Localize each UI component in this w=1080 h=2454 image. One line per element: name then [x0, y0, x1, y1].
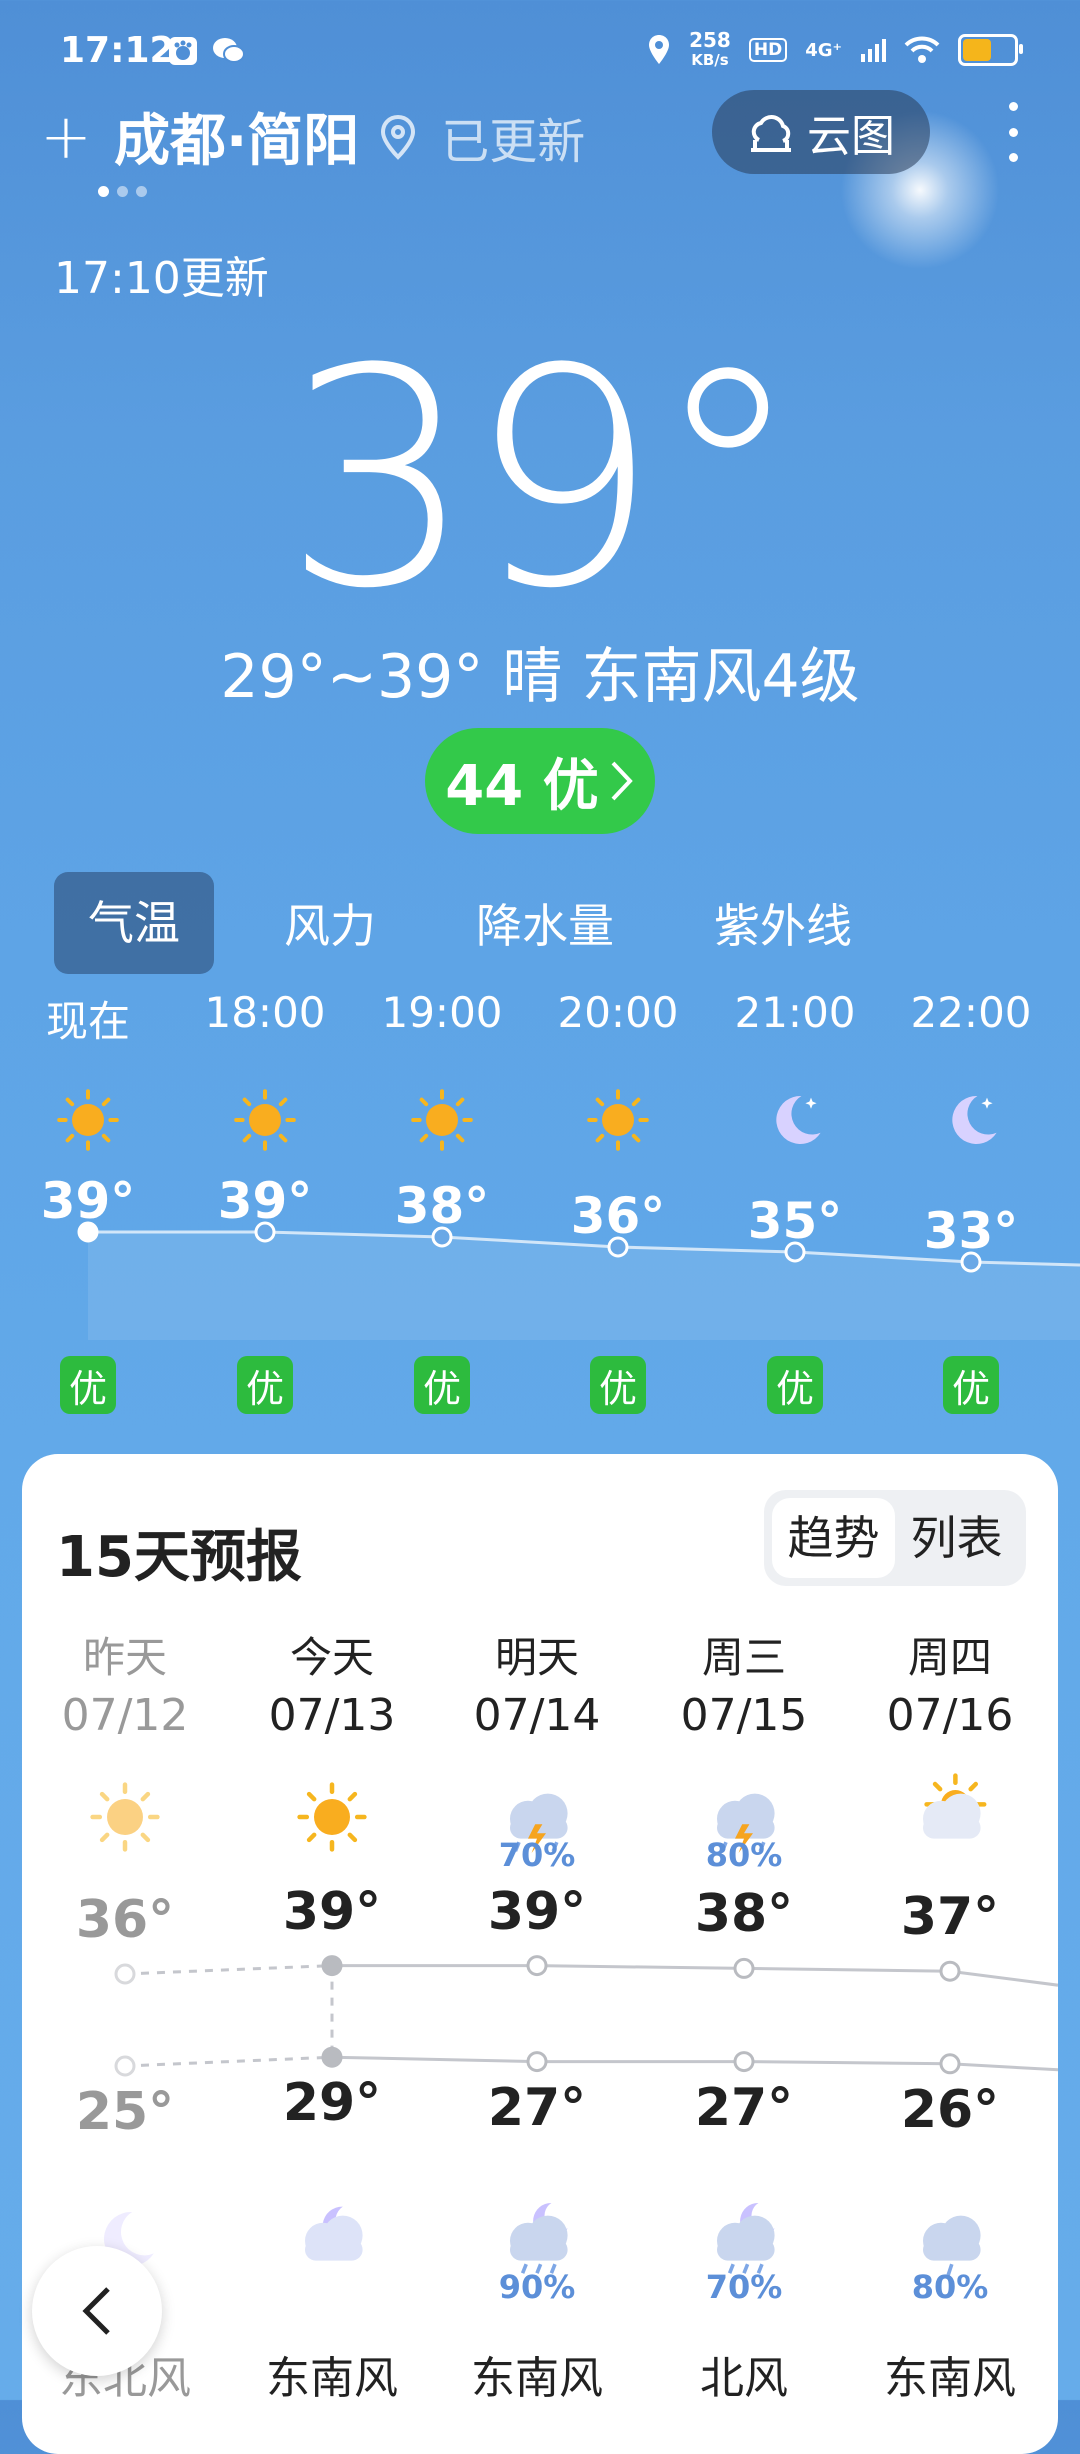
low-temp-label: 27°	[487, 2077, 587, 2138]
high-temp-point	[321, 1955, 343, 1977]
sun-icon	[48, 1080, 128, 1160]
high-temp-line-segment	[536, 1964, 745, 1970]
night-precip-chance: 80%	[911, 2268, 989, 2306]
day-precip-chance: 80%	[705, 1836, 783, 1874]
day-precip-chance: 70%	[498, 1836, 576, 1874]
day-name: 周三	[701, 1633, 786, 1682]
hour-temp-label: 38°	[394, 1177, 490, 1235]
air-quality-badge: 优	[414, 1356, 470, 1414]
day-name: 明天	[494, 1633, 579, 1682]
high-temp-label: 39°	[282, 1881, 382, 1942]
high-temp-label: 38°	[694, 1884, 794, 1945]
sun-icon	[287, 1772, 377, 1862]
day-date: 07/13	[268, 1690, 396, 1741]
hour-time-label: 20:00	[557, 988, 679, 1037]
high-temp-label: 36°	[75, 1890, 175, 1950]
night-precip-chance: 70%	[705, 2268, 783, 2306]
high-temp-label: 37°	[900, 1887, 1000, 1948]
day-name: 今天	[289, 1633, 374, 1682]
wind-direction: 北风	[700, 2353, 788, 2404]
sun-icon	[225, 1080, 305, 1160]
partly-cloudy-icon	[905, 1772, 995, 1862]
wind-direction: 东南风	[884, 2353, 1016, 2404]
sun-icon	[80, 1772, 170, 1862]
forecast-card: 15天预报 趋势 列表 昨天 07/12 36° 25° 东北风 今天 07/13 39° 29…	[22, 1454, 1058, 2454]
hour-time-label: 19:00	[381, 988, 503, 1037]
wind-direction: 东南风	[471, 2353, 603, 2404]
high-temp-label: 39°	[487, 1881, 587, 1942]
night-precip-chance: 90%	[498, 2268, 576, 2306]
low-temp-label: 27°	[694, 2077, 794, 2138]
high-temp-point	[733, 1957, 755, 1979]
high-temp-point	[526, 1955, 548, 1977]
day-name: 周四	[907, 1633, 992, 1682]
high-temp-line-segment	[124, 1964, 333, 1976]
hour-time-label: 18:00	[204, 988, 326, 1037]
low-temp-line-segment	[331, 2055, 538, 2064]
high-temp-point	[939, 1960, 961, 1982]
hour-temp-label: 33°	[923, 1202, 1019, 1260]
low-temp-point	[321, 2046, 343, 2068]
hour-time-label: 22:00	[910, 988, 1032, 1037]
air-quality-badge: 优	[60, 1356, 116, 1414]
day-date: 07/14	[473, 1690, 601, 1741]
low-temp-point	[526, 2051, 548, 2073]
back-button[interactable]	[32, 2246, 162, 2376]
low-temp-label: 29°	[282, 2073, 382, 2134]
high-temp-point	[114, 1963, 136, 1985]
day-date: 07/16	[886, 1690, 1014, 1741]
moon-icon	[931, 1080, 1011, 1160]
hour-temp-label: 39°	[40, 1172, 136, 1230]
low-temp-line-segment	[743, 2060, 951, 2066]
day-date: 07/12	[61, 1690, 189, 1741]
high-temp-line-segment	[743, 1966, 951, 1973]
cloud-moon-icon	[287, 2194, 377, 2284]
low-temp-label: 26°	[900, 2079, 1000, 2140]
air-quality-badge: 优	[767, 1356, 823, 1414]
low-temp-point	[939, 2053, 961, 2075]
day-date: 07/15	[680, 1690, 808, 1741]
hour-temp-label: 36°	[570, 1187, 666, 1245]
air-quality-badge: 优	[237, 1356, 293, 1414]
moon-icon	[755, 1080, 835, 1160]
hour-temp-label: 35°	[747, 1192, 843, 1250]
day-name: 昨天	[82, 1633, 167, 1682]
hour-temp-label: 39°	[217, 1172, 313, 1230]
sun-icon	[402, 1080, 482, 1160]
wind-direction: 东南风	[266, 2353, 398, 2404]
low-temp-line-segment	[949, 2062, 1058, 2072]
high-temp-line-segment	[949, 1969, 1058, 1987]
chevron-left-icon	[82, 2287, 110, 2335]
hour-time-label: 21:00	[734, 988, 856, 1037]
sun-icon	[578, 1080, 658, 1160]
air-quality-badge: 优	[943, 1356, 999, 1414]
low-temp-line-segment	[124, 2055, 333, 2068]
air-quality-badge: 优	[590, 1356, 646, 1414]
low-temp-label: 25°	[75, 2082, 175, 2142]
hour-time-label: 现在	[45, 997, 130, 1046]
low-temp-point	[114, 2055, 136, 2077]
low-temp-point	[733, 2051, 755, 2073]
